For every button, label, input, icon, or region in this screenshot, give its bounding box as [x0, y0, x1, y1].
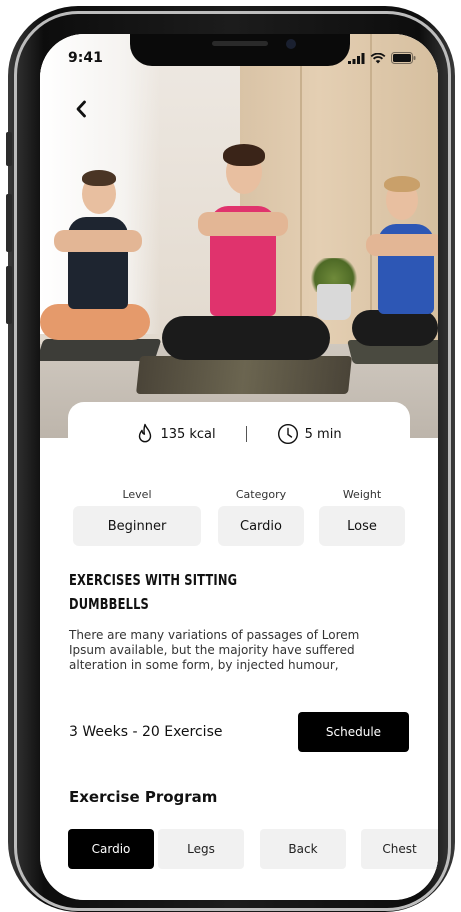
exercise-title: Exercises with sitting dumbbells: [69, 571, 238, 613]
wall-line: [300, 34, 302, 354]
person-center-arms: [198, 212, 288, 236]
battery-icon: [391, 52, 416, 64]
tab-cardio[interactable]: Cardio: [68, 829, 154, 869]
weight-label: Weight: [342, 488, 382, 501]
speaker-grille: [212, 41, 268, 46]
calories-stat: 135 kcal: [136, 423, 216, 445]
exercise-details: Level Category Weight Beginner Cardio Lo…: [40, 438, 438, 900]
duration-value: 5 min: [304, 426, 342, 442]
person-center-legs: [162, 316, 330, 360]
notch: [130, 34, 350, 66]
category-value: Cardio: [240, 518, 282, 534]
chevron-left-icon: [76, 100, 86, 118]
wall-line: [370, 34, 372, 354]
wifi-icon: [370, 53, 386, 64]
side-button-volume-up: [6, 194, 12, 252]
category-label: Category: [235, 488, 287, 501]
person-right-arms: [366, 234, 438, 256]
cellular-signal-icon: [348, 53, 365, 64]
person-right-hair: [384, 176, 420, 192]
calories-value: 135 kcal: [160, 426, 216, 442]
clock-icon: [277, 423, 298, 445]
person-right-legs: [352, 310, 438, 346]
schedule-button[interactable]: Schedule: [298, 712, 409, 752]
yoga-mat-center: [136, 356, 352, 394]
person-left-hair: [82, 170, 116, 186]
level-chip: Beginner: [73, 506, 201, 546]
side-button-mute: [6, 132, 12, 166]
hero-image: [40, 34, 438, 438]
duration-stat: 5 min: [277, 423, 342, 445]
tab-legs[interactable]: Legs: [158, 829, 244, 869]
exercise-description: There are many variations of passages of…: [69, 628, 360, 672]
person-center-hair: [223, 144, 265, 166]
plant-pot: [317, 284, 351, 320]
level-value: Beginner: [107, 518, 167, 534]
side-button-volume-down: [6, 266, 12, 324]
back-button[interactable]: [66, 94, 96, 124]
status-time: 9:41: [68, 50, 103, 66]
person-left-arms: [54, 230, 142, 252]
front-camera: [286, 39, 296, 49]
tab-back[interactable]: Back: [260, 829, 346, 869]
flame-icon: [139, 423, 152, 443]
phone-screen: 9:41 135 kcal 5 min Level Category Weigh…: [40, 34, 438, 900]
weight-chip: Lose: [319, 506, 405, 546]
level-label: Level: [122, 488, 152, 501]
status-icons: [348, 52, 416, 64]
stats-card: 135 kcal 5 min: [68, 402, 410, 466]
program-title: Exercise Program: [69, 788, 218, 806]
category-chip: Cardio: [218, 506, 304, 546]
plan-summary: 3 Weeks - 20 Exercise: [69, 724, 223, 740]
weight-value: Lose: [347, 518, 377, 534]
person-left-legs: [40, 304, 150, 340]
stats-divider: [245, 426, 247, 442]
tab-chest[interactable]: Chest: [361, 829, 438, 869]
